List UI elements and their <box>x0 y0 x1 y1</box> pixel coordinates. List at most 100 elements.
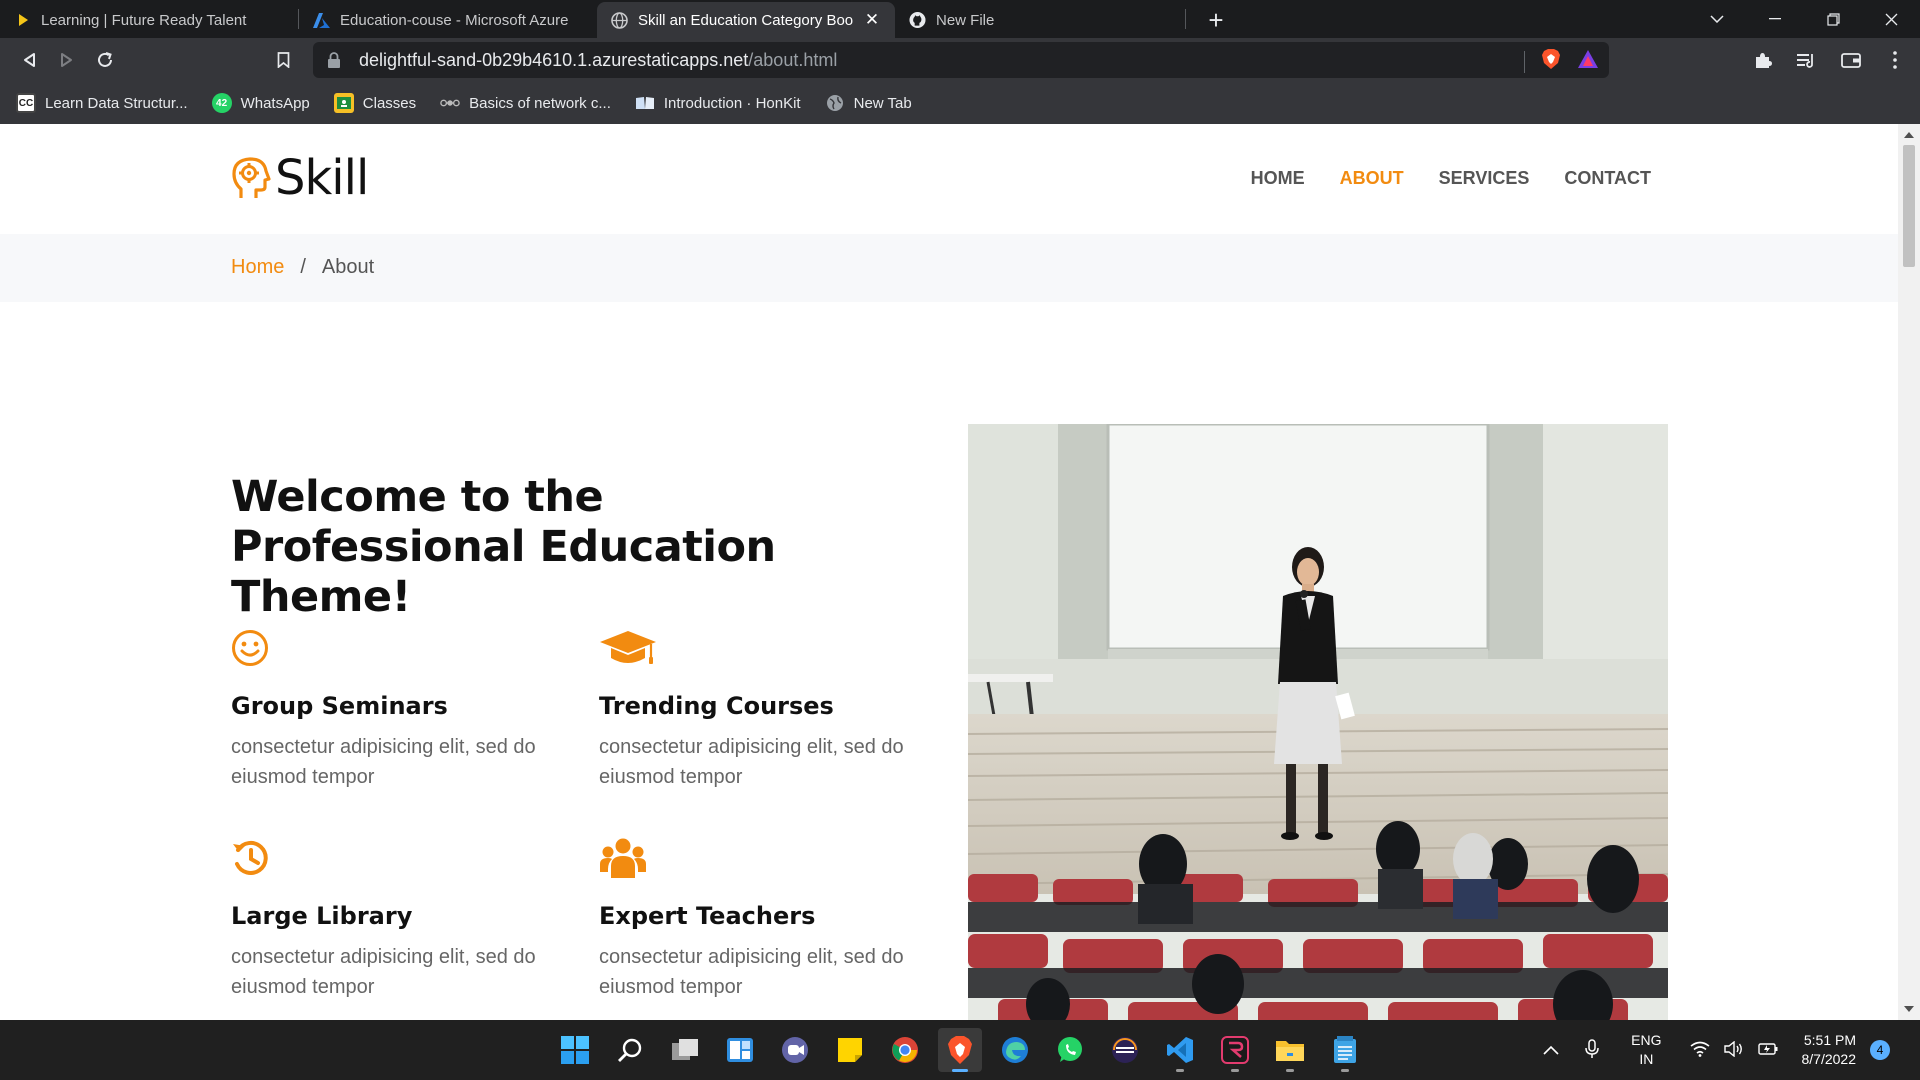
url-host: delightful-sand-0b29b4610.1.azurestatica… <box>359 49 749 70</box>
network-icon <box>440 93 460 113</box>
breadcrumb-bar: Home / About <box>0 234 1898 302</box>
whatsapp-icon: 42 <box>211 93 232 113</box>
breadcrumb-home-link[interactable]: Home <box>231 256 284 279</box>
scroll-down-arrow[interactable] <box>1904 1006 1914 1012</box>
brave-browser-icon[interactable] <box>938 1028 982 1072</box>
clock-time: 5:51 PM <box>1803 1032 1856 1048</box>
extensions-icon[interactable] <box>1748 43 1778 77</box>
tab-azure[interactable]: Education-couse - Microsoft Azure <box>299 2 597 38</box>
feature-text: consectetur adipisicing elit, sed do eiu… <box>599 736 904 788</box>
whatsapp-icon[interactable] <box>1048 1028 1092 1072</box>
restore-button[interactable] <box>1804 0 1862 38</box>
globe-icon <box>611 11 628 29</box>
close-tab-icon[interactable]: ✕ <box>863 10 881 30</box>
teams-chat-icon[interactable] <box>773 1028 817 1072</box>
bookmark-whatsapp[interactable]: 42 WhatsApp <box>211 93 310 113</box>
bookmark-learn-data-structures[interactable]: CC Learn Data Structur... <box>16 93 188 113</box>
browser-toolbar: delightful-sand-0b29b4610.1.azurestatica… <box>0 38 1920 82</box>
nav-home[interactable]: HOME <box>1251 168 1305 189</box>
feature-group-seminars: Group Seminars consectetur adipisicing e… <box>231 624 571 792</box>
main-nav: HOME ABOUT SERVICES CONTACT <box>1251 168 1651 189</box>
microphone-icon[interactable] <box>1585 1038 1599 1062</box>
clock[interactable]: 5:51 PM 8/7/2022 <box>1802 1031 1857 1069</box>
start-button[interactable] <box>553 1028 597 1072</box>
bookmark-label: New Tab <box>853 94 912 112</box>
volume-icon[interactable] <box>1723 1040 1744 1060</box>
search-icon[interactable] <box>608 1028 652 1072</box>
eclipse-icon[interactable] <box>1103 1028 1147 1072</box>
lang-line2: IN <box>1639 1051 1654 1067</box>
file-explorer-icon[interactable] <box>1268 1028 1312 1072</box>
feature-text: consectetur adipisicing elit, sed do eiu… <box>599 946 904 998</box>
wifi-icon[interactable] <box>1690 1041 1710 1060</box>
sticky-notes-icon[interactable] <box>828 1028 872 1072</box>
tab-divider <box>1185 9 1186 29</box>
notepad-icon[interactable] <box>1323 1028 1367 1072</box>
media-controls-icon[interactable] <box>1792 43 1822 77</box>
wallet-icon[interactable] <box>1836 43 1866 77</box>
brave-rewards-icon[interactable] <box>1577 49 1599 74</box>
tab-github[interactable]: New File <box>895 2 1185 38</box>
azure-icon <box>313 12 330 29</box>
feature-large-library: Large Library consectetur adipisicing el… <box>231 834 571 1002</box>
minimize-button[interactable] <box>1746 0 1804 38</box>
bookmark-classes[interactable]: Classes <box>333 93 416 113</box>
app-icon[interactable] <box>1213 1028 1257 1072</box>
widgets-icon[interactable] <box>718 1028 762 1072</box>
running-indicator <box>1176 1069 1184 1072</box>
reload-button[interactable] <box>86 41 124 79</box>
bookmark-new-tab[interactable]: New Tab <box>825 93 912 113</box>
running-indicator <box>952 1069 968 1072</box>
tab-strip: Learning | Future Ready Talent Education… <box>0 0 1920 38</box>
tab-search-icon[interactable] <box>1688 0 1746 38</box>
nav-services[interactable]: SERVICES <box>1439 168 1530 189</box>
bookmarks-bar: CC Learn Data Structur... 42 WhatsApp Cl… <box>0 82 1920 124</box>
toolbar-right <box>1748 43 1910 77</box>
breadcrumb-separator: / <box>300 256 306 278</box>
back-button[interactable] <box>10 41 48 79</box>
close-window-button[interactable] <box>1862 0 1920 38</box>
scroll-up-arrow[interactable] <box>1904 132 1914 138</box>
tab-skill-active[interactable]: Skill an Education Category Boots ✕ <box>597 2 895 38</box>
url-path: /about.html <box>748 49 838 70</box>
breadcrumb: Home / About <box>231 256 374 279</box>
running-indicator <box>1231 1069 1239 1072</box>
nav-about[interactable]: ABOUT <box>1340 168 1404 189</box>
site-header: Skill HOME ABOUT SERVICES CONTACT <box>0 124 1898 234</box>
bookmark-honkit[interactable]: Introduction · HonKit <box>635 93 801 113</box>
feature-title: Large Library <box>231 902 413 930</box>
lock-icon <box>328 52 340 68</box>
task-view-icon[interactable] <box>663 1028 707 1072</box>
lang-line1: ENG <box>1631 1032 1662 1048</box>
menu-icon[interactable] <box>1880 43 1910 77</box>
clock-date: 8/7/2022 <box>1801 1051 1857 1067</box>
bookmark-basics-network[interactable]: Basics of network c... <box>440 93 611 113</box>
forward-button[interactable] <box>48 41 86 79</box>
window-controls <box>1688 0 1920 38</box>
bookmark-icon[interactable] <box>264 41 302 79</box>
nav-contact[interactable]: CONTACT <box>1564 168 1651 189</box>
cc-icon: CC <box>16 93 36 113</box>
brave-shields-icon[interactable] <box>1541 48 1561 75</box>
battery-icon[interactable] <box>1757 1042 1778 1059</box>
language-indicator[interactable]: ENG IN <box>1631 1031 1661 1069</box>
notification-badge[interactable]: 4 <box>1870 1040 1890 1060</box>
tab-title: Skill an Education Category Boots <box>638 11 853 29</box>
taskbar: ENG IN 5:51 PM 8/7/2022 4 <box>0 1020 1920 1080</box>
new-tab-button[interactable]: + <box>1196 2 1236 38</box>
tab-learning[interactable]: Learning | Future Ready Talent <box>0 2 298 38</box>
page-viewport: Skill HOME ABOUT SERVICES CONTACT Home /… <box>0 124 1898 1020</box>
edge-icon[interactable] <box>993 1028 1037 1072</box>
bookmark-label: Introduction · HonKit <box>663 94 801 112</box>
address-bar[interactable]: delightful-sand-0b29b4610.1.azurestatica… <box>313 42 1609 78</box>
play-icon <box>14 12 31 29</box>
omnibox-actions <box>1524 48 1599 75</box>
page-scrollbar[interactable] <box>1898 124 1920 1020</box>
chrome-icon[interactable] <box>883 1028 927 1072</box>
site-logo[interactable]: Skill <box>231 150 369 206</box>
scroll-thumb[interactable] <box>1903 145 1915 267</box>
chevron-up-icon[interactable] <box>1543 1042 1559 1058</box>
vscode-icon[interactable] <box>1158 1028 1202 1072</box>
breadcrumb-current: About <box>321 256 375 278</box>
running-indicator <box>1286 1069 1294 1072</box>
